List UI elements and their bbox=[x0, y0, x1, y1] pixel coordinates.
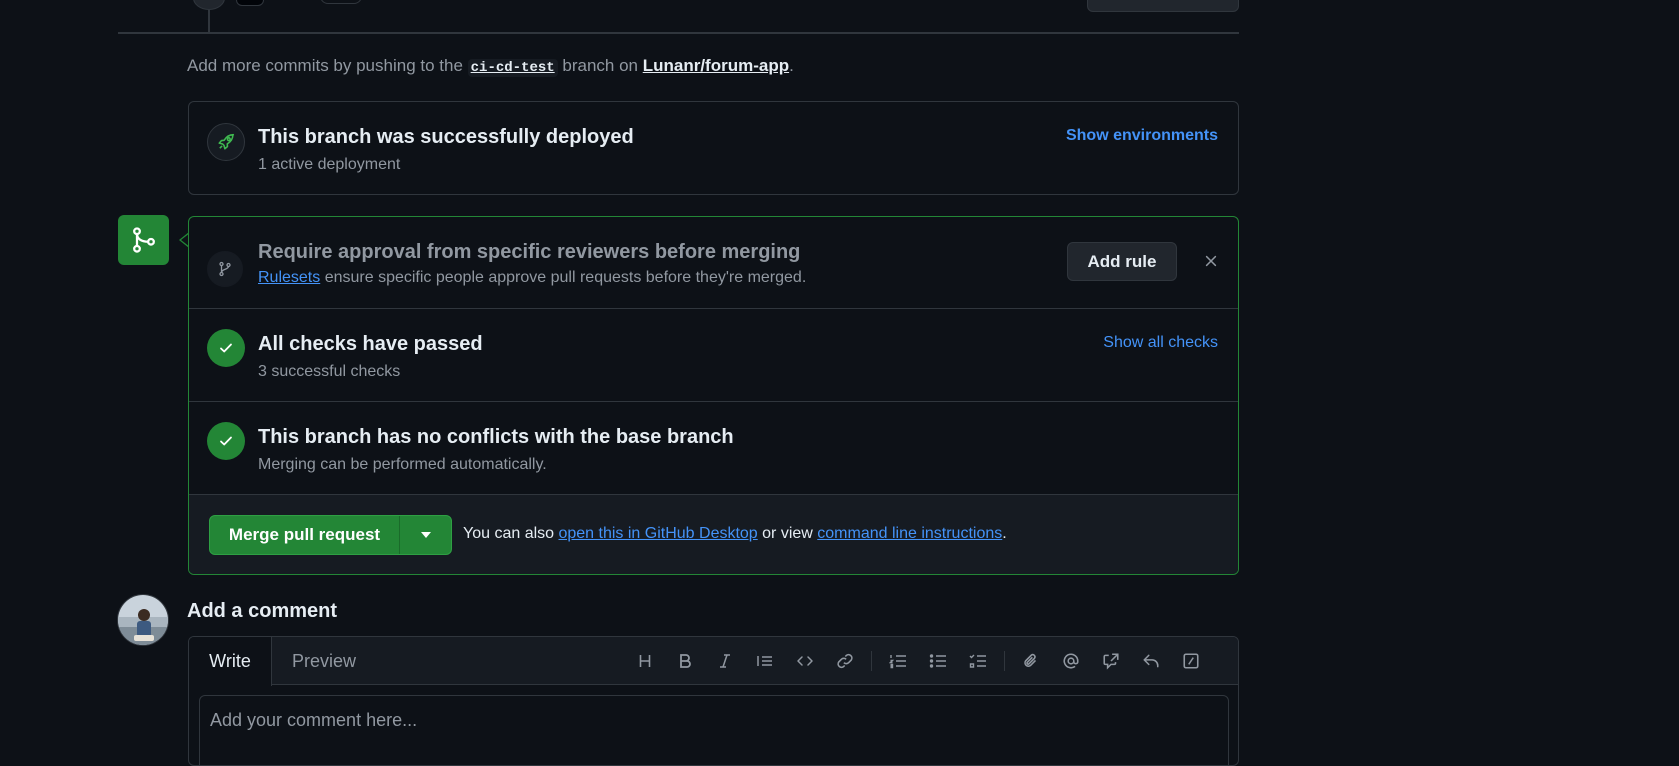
caret-down-icon bbox=[420, 532, 431, 538]
quote-icon[interactable] bbox=[745, 647, 785, 675]
ruleset-description: Rulesets ensure specific people approve … bbox=[258, 269, 806, 287]
merge-actions-row: Merge pull request You can also open thi… bbox=[189, 495, 1238, 574]
deployment-title: This branch was successfully deployed bbox=[258, 126, 634, 148]
add-comment-heading: Add a comment bbox=[187, 600, 338, 622]
also-suffix: . bbox=[1002, 525, 1007, 542]
tab-write[interactable]: Write bbox=[189, 637, 272, 686]
deployment-box: This branch was successfully deployed 1 … bbox=[188, 101, 1239, 195]
mention-icon[interactable] bbox=[1051, 647, 1091, 675]
add-rule-button[interactable]: Add rule bbox=[1067, 242, 1177, 281]
comment-input[interactable] bbox=[199, 695, 1229, 765]
git-merge-icon bbox=[118, 215, 169, 265]
or-view-text: or view bbox=[757, 525, 818, 542]
reference-icon[interactable] bbox=[1091, 647, 1131, 675]
comment-editor: Write Preview bbox=[188, 636, 1239, 766]
merge-button-group: Merge pull request bbox=[209, 515, 452, 555]
ruleset-title: Require approval from specific reviewers… bbox=[258, 241, 801, 263]
command-line-link[interactable]: command line instructions bbox=[817, 525, 1002, 542]
commit-avatar bbox=[236, 0, 264, 6]
merge-status-box: Require approval from specific reviewers… bbox=[188, 216, 1239, 575]
hint-middle: branch on bbox=[557, 56, 643, 75]
check-circle-icon bbox=[207, 422, 245, 460]
push-hint: Add more commits by pushing to the ci-cd… bbox=[187, 56, 794, 77]
toolbar-separator bbox=[1004, 651, 1005, 671]
merge-alternatives: You can also open this in GitHub Desktop… bbox=[463, 525, 1007, 543]
branch-name[interactable]: ci-cd-test bbox=[467, 59, 558, 77]
tab-preview[interactable]: Preview bbox=[274, 637, 374, 685]
editor-toolbar: Write Preview bbox=[189, 637, 1238, 686]
git-branch-icon bbox=[207, 251, 243, 287]
checks-title: All checks have passed bbox=[258, 333, 483, 355]
rulesets-link[interactable]: Rulesets bbox=[258, 269, 320, 286]
reply-icon[interactable] bbox=[1131, 647, 1171, 675]
hint-prefix: Add more commits by pushing to the bbox=[187, 56, 468, 75]
commit-action-button[interactable] bbox=[1087, 0, 1239, 12]
repo-link[interactable]: Lunanr/forum-app bbox=[643, 56, 789, 75]
bulleted-list-icon[interactable] bbox=[918, 647, 958, 675]
merge-options-dropdown[interactable] bbox=[400, 516, 451, 554]
check-circle-icon bbox=[207, 329, 245, 367]
show-environments-link[interactable]: Show environments bbox=[1066, 127, 1218, 145]
deployment-subtitle: 1 active deployment bbox=[258, 156, 401, 173]
close-icon[interactable] bbox=[1199, 249, 1223, 273]
heading-icon[interactable] bbox=[625, 647, 665, 675]
bold-icon[interactable] bbox=[665, 647, 705, 675]
rocket-icon bbox=[207, 123, 245, 161]
italic-icon[interactable] bbox=[705, 647, 745, 675]
commit-label bbox=[320, 0, 362, 4]
slash-commands-icon[interactable] bbox=[1171, 647, 1211, 675]
timeline-badge bbox=[193, 0, 225, 10]
avatar[interactable] bbox=[117, 594, 169, 646]
checks-subtitle: 3 successful checks bbox=[258, 363, 401, 380]
hint-suffix: . bbox=[789, 56, 794, 75]
attach-icon[interactable] bbox=[1011, 647, 1051, 675]
link-icon[interactable] bbox=[825, 647, 865, 675]
formatting-tools bbox=[625, 647, 1211, 675]
conflicts-row: This branch has no conflicts with the ba… bbox=[189, 402, 1238, 495]
timeline-divider bbox=[118, 32, 1239, 34]
code-icon[interactable] bbox=[785, 647, 825, 675]
timeline-line bbox=[208, 10, 210, 32]
show-all-checks-link[interactable]: Show all checks bbox=[1103, 334, 1218, 352]
conflicts-subtitle: Merging can be performed automatically. bbox=[258, 456, 547, 473]
merge-pull-request-button[interactable]: Merge pull request bbox=[210, 516, 400, 554]
ruleset-row: Require approval from specific reviewers… bbox=[189, 217, 1238, 309]
ruleset-desc-text: ensure specific people approve pull requ… bbox=[320, 269, 807, 286]
also-prefix: You can also bbox=[463, 525, 559, 542]
checks-row: All checks have passed 3 successful chec… bbox=[189, 309, 1238, 402]
task-list-icon[interactable] bbox=[958, 647, 998, 675]
numbered-list-icon[interactable] bbox=[878, 647, 918, 675]
toolbar-separator bbox=[871, 651, 872, 671]
github-desktop-link[interactable]: open this in GitHub Desktop bbox=[558, 525, 757, 542]
conflicts-title: This branch has no conflicts with the ba… bbox=[258, 426, 734, 448]
